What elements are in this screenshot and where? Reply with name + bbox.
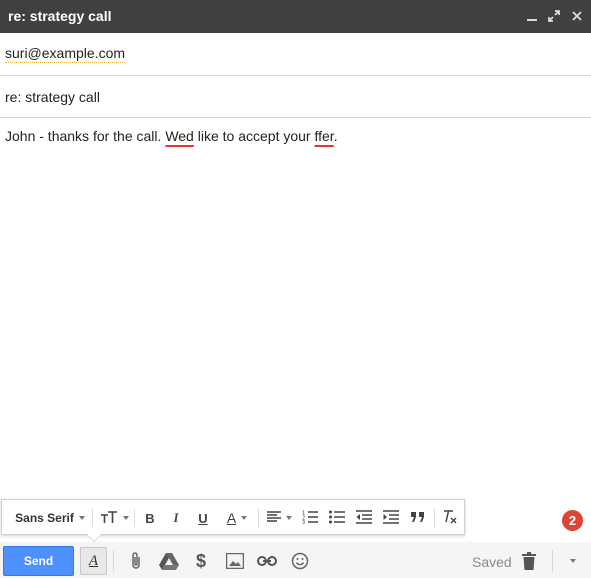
body-text-part: like to accept your: [193, 128, 315, 144]
chevron-down-icon: [122, 516, 129, 520]
subject-input[interactable]: re: strategy call: [5, 89, 100, 105]
body-text-part: .: [333, 128, 338, 144]
bulleted-list-button[interactable]: [327, 508, 347, 528]
align-button[interactable]: [264, 508, 294, 528]
close-icon[interactable]: [568, 7, 586, 25]
chevron-down-icon: [78, 516, 85, 520]
text-color-label: A: [226, 510, 237, 526]
body-text-part: John - thanks for the call.: [5, 128, 166, 144]
more-options-icon[interactable]: [562, 550, 584, 572]
svg-text:3: 3: [302, 520, 305, 524]
message-body[interactable]: John - thanks for the call. Wed like to …: [5, 128, 338, 144]
chevron-down-icon: [285, 516, 292, 520]
numbered-list-icon: 123: [302, 510, 318, 527]
notification-badge[interactable]: 2: [562, 510, 583, 531]
chevron-down-icon: [570, 559, 576, 563]
subject-field[interactable]: re: strategy call: [0, 76, 591, 118]
bottom-divider: [113, 550, 114, 572]
quote-button[interactable]: [408, 508, 428, 528]
misspelled-word[interactable]: Wed: [165, 128, 194, 144]
italic-button[interactable]: I: [167, 508, 185, 528]
remove-formatting-icon: [442, 509, 458, 528]
toolbar-divider: [92, 509, 93, 527]
toolbar-divider: [434, 509, 435, 527]
align-left-icon: [266, 510, 281, 526]
toolbar-pointer-inner: [87, 534, 101, 541]
font-size-button[interactable]: [98, 508, 130, 528]
numbered-list-button[interactable]: 123: [300, 508, 320, 528]
chevron-down-icon: [241, 516, 248, 520]
indent-more-button[interactable]: [381, 508, 401, 528]
to-field[interactable]: suri@example.com: [0, 33, 591, 76]
compose-bottom-bar: Send A $ Saved: [0, 542, 591, 578]
compose-titlebar[interactable]: re: strategy call: [0, 0, 591, 33]
emoji-icon[interactable]: [289, 550, 311, 572]
indent-less-button[interactable]: [354, 508, 374, 528]
formatting-toolbar: Sans Serif B I U A 123: [1, 499, 465, 535]
link-icon[interactable]: [256, 550, 278, 572]
quote-icon: [410, 511, 426, 526]
misspelled-word[interactable]: ffer: [314, 128, 333, 144]
text-size-icon: [100, 510, 118, 527]
font-family-label: Sans Serif: [15, 511, 74, 525]
toolbar-divider: [258, 509, 259, 527]
toolbar-divider: [134, 509, 135, 527]
underline-button[interactable]: U: [194, 508, 212, 528]
remove-formatting-button[interactable]: [440, 508, 460, 528]
font-family-select[interactable]: Sans Serif: [12, 508, 88, 528]
trash-icon[interactable]: [518, 550, 540, 572]
save-status: Saved: [472, 554, 512, 570]
minimize-icon[interactable]: [523, 7, 541, 25]
bulleted-list-icon: [329, 510, 345, 527]
send-button[interactable]: Send: [3, 546, 74, 576]
recipient-chip[interactable]: suri@example.com: [5, 45, 126, 63]
expand-icon[interactable]: [545, 7, 563, 25]
bottom-divider: [552, 550, 553, 572]
drive-icon[interactable]: [158, 550, 180, 572]
bold-button[interactable]: B: [141, 508, 159, 528]
money-icon[interactable]: $: [190, 550, 212, 572]
text-color-button[interactable]: A: [220, 508, 254, 528]
indent-less-icon: [356, 509, 372, 527]
indent-more-icon: [383, 509, 399, 527]
formatting-options-button[interactable]: A: [80, 547, 107, 575]
photo-icon[interactable]: [224, 550, 246, 572]
formatting-icon: A: [88, 552, 99, 569]
compose-title: re: strategy call: [8, 8, 112, 24]
attach-icon[interactable]: [125, 550, 147, 572]
